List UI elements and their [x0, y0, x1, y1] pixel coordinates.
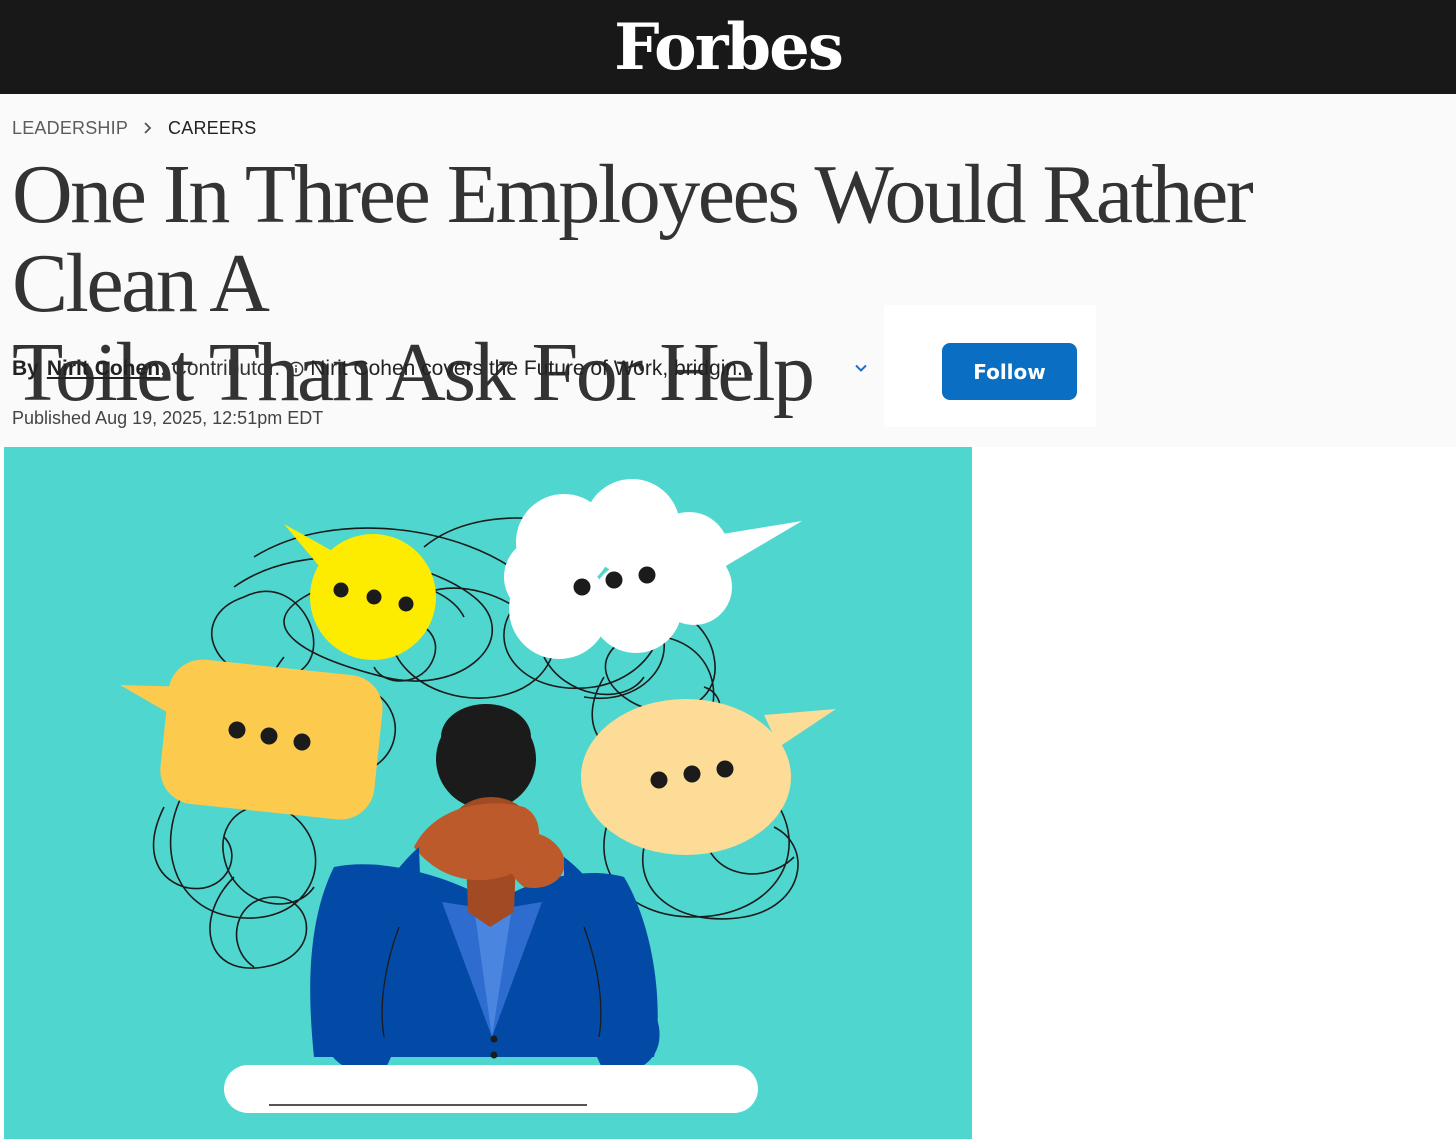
hero-image: [4, 447, 972, 1139]
orange-speech-bubble: [120, 659, 383, 820]
chevron-right-icon: [144, 122, 152, 134]
author-description: Nirit Cohen covers the Future of Work, b…: [310, 357, 755, 380]
breadcrumb: LEADERSHIP CAREERS: [12, 117, 256, 139]
desk: [224, 1065, 758, 1113]
yellow-speech-bubble: [284, 524, 436, 660]
author-role: , Contributor.: [160, 357, 281, 380]
peach-speech-bubble: [581, 699, 836, 855]
site-header: Forbes: [0, 0, 1456, 94]
info-icon: [288, 361, 304, 377]
byline-prefix: By: [12, 357, 39, 380]
hero-illustration: [120, 479, 836, 1113]
breadcrumb-section-link[interactable]: LEADERSHIP: [12, 118, 128, 139]
author-link[interactable]: Nirit Cohen: [47, 357, 160, 381]
forbes-logo[interactable]: Forbes: [0, 12, 1456, 84]
breadcrumb-subsection-link[interactable]: CAREERS: [168, 118, 256, 139]
chevron-down-icon[interactable]: [852, 359, 870, 377]
headline-line-1: One In Three Employees Would Rather Clea…: [12, 148, 1254, 330]
follow-button[interactable]: Follow: [942, 343, 1077, 400]
byline: By Nirit Cohen , Contributor. Nirit Cohe…: [12, 355, 755, 383]
publish-date: Published Aug 19, 2025, 12:51pm EDT: [12, 408, 324, 428]
white-cloud-bubble: [504, 479, 802, 659]
